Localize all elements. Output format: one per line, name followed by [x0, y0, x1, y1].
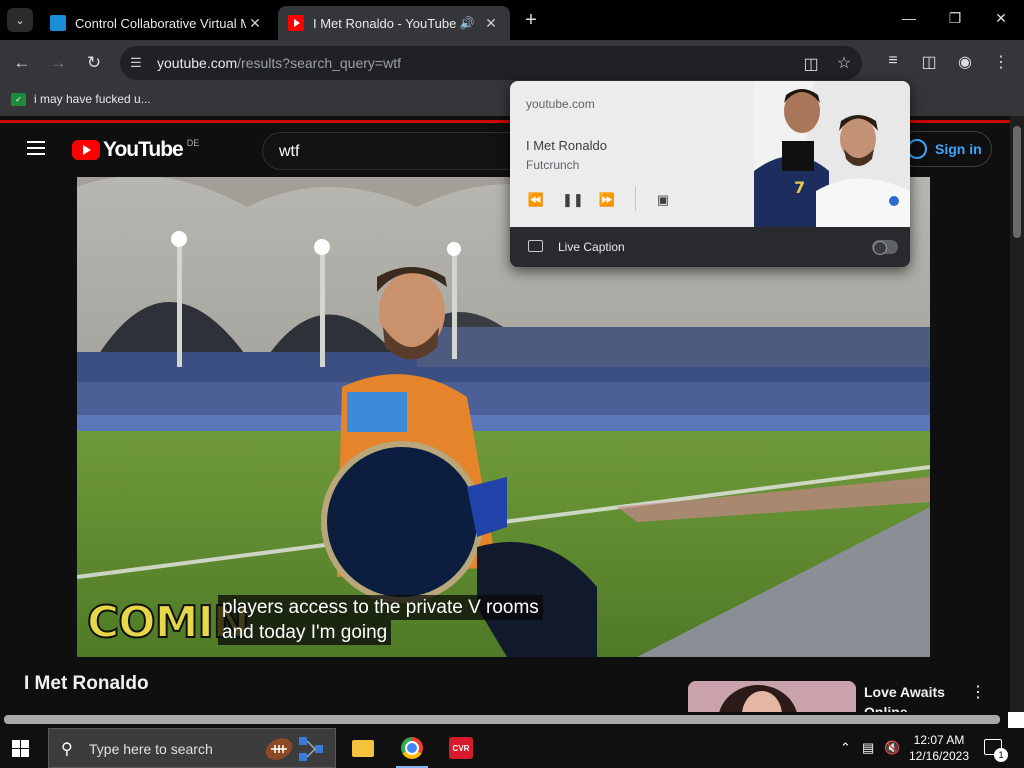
country-code: DE	[186, 138, 200, 148]
minimize-icon[interactable]: —	[894, 10, 924, 26]
live-caption-label: Live Caption	[558, 240, 625, 254]
seek-forward-icon[interactable]: ⏩	[597, 192, 617, 208]
install-app-icon[interactable]: ◫	[800, 54, 822, 74]
tab-remote-desktop[interactable]: Control Collaborative Virtual M ✕	[40, 6, 274, 40]
chrome-icon	[401, 737, 423, 759]
windows-start-icon[interactable]	[12, 740, 29, 757]
search-icon: ⚲	[61, 741, 73, 758]
volume-muted-icon[interactable]: 🔇	[884, 740, 900, 756]
media-title: I Met Ronaldo	[526, 138, 607, 153]
youtube-icon	[288, 15, 304, 31]
tab-title: I Met Ronaldo - YouTube	[313, 15, 457, 31]
recommendation-thumbnail[interactable]	[688, 681, 856, 712]
youtube-play-icon	[72, 140, 100, 160]
media-source: youtube.com	[526, 97, 595, 111]
bookmark-star-icon[interactable]: ☆	[833, 53, 855, 73]
scrollbar-thumb[interactable]	[4, 715, 1000, 724]
chevron-down-icon: ⌄	[15, 14, 25, 27]
scrollbar-corner	[1008, 712, 1024, 728]
hamburger-menu-icon[interactable]	[27, 141, 45, 155]
url-text: youtube.com/results?search_query=wtf	[157, 55, 401, 71]
restore-icon[interactable]: ❐	[940, 10, 970, 27]
file-explorer-app[interactable]	[339, 728, 387, 768]
cvr-icon: CVR	[449, 737, 473, 759]
recommendation-thumbnail-image	[688, 681, 856, 712]
picture-in-picture-icon[interactable]: ▣	[653, 192, 673, 208]
tab-youtube[interactable]: I Met Ronaldo - YouTube 🔊 ✕	[278, 6, 510, 40]
profile-icon[interactable]: ◉	[954, 52, 976, 72]
tab-close-icon[interactable]: ✕	[482, 15, 500, 32]
svg-text:7: 7	[794, 178, 805, 197]
window-close-icon[interactable]: ✕	[986, 10, 1016, 27]
tab-strip: ⌄ Control Collaborative Virtual M ✕ I Me…	[0, 0, 1024, 40]
forward-arrow-icon[interactable]: →	[47, 52, 69, 74]
tab-title: Control Collaborative Virtual M	[75, 15, 246, 31]
taskbar-search-placeholder: Type here to search	[89, 741, 213, 757]
sign-in-button[interactable]: Sign in	[898, 131, 992, 167]
vertical-scrollbar[interactable]	[1010, 116, 1024, 712]
seek-backward-icon[interactable]: ⏪	[526, 192, 546, 208]
caption-line: and today I'm going	[218, 620, 392, 645]
scrollbar-thumb[interactable]	[1013, 126, 1021, 238]
reload-icon[interactable]: ↻	[83, 52, 105, 74]
new-tab-button[interactable]: +	[520, 9, 542, 32]
media-card: youtube.com I Met Ronaldo Futcrunch ⏪ ❚❚…	[510, 81, 910, 227]
sign-in-label: Sign in	[935, 141, 982, 157]
bookmark-item[interactable]: ✓ i may have fucked u...	[11, 92, 151, 106]
chevron-up-icon[interactable]: ⌃	[840, 740, 851, 756]
chrome-app[interactable]	[388, 728, 436, 768]
network-icon[interactable]: ▤	[862, 740, 874, 756]
caption-line: players access to the private V rooms	[218, 595, 543, 620]
notification-count-badge: 1	[994, 748, 1008, 762]
windows-taskbar: ⚲ Type here to search CVR ⌃ ▤ 🔇 12:07 AM…	[0, 728, 1024, 768]
tab-close-icon[interactable]: ✕	[246, 15, 264, 32]
divider	[635, 187, 636, 211]
tab-search-button[interactable]: ⌄	[7, 8, 33, 32]
video-captions: players access to the private V rooms an…	[218, 595, 543, 645]
recommendation-title[interactable]: Love Awaits Online	[864, 682, 974, 712]
video-title: I Met Ronaldo	[24, 673, 149, 694]
menu-kebab-icon[interactable]: ⋮	[990, 52, 1012, 72]
speaker-icon[interactable]: 🔊	[458, 16, 476, 30]
bookmark-favicon-icon: ✓	[11, 92, 26, 106]
url-path: /results?search_query=wtf	[237, 55, 401, 71]
live-caption-toggle[interactable]	[872, 240, 898, 255]
clock-time: 12:07 AM	[913, 733, 965, 747]
account-icon	[907, 139, 927, 159]
search-highlight-icon	[265, 737, 323, 761]
media-artwork-image: 7	[754, 81, 910, 227]
live-caption-row: Live Caption	[510, 227, 910, 267]
side-panel-icon[interactable]: ◫	[918, 52, 940, 72]
system-clock[interactable]: 12:07 AM 12/16/2023	[904, 732, 974, 764]
bookmark-label: i may have fucked u...	[34, 92, 151, 106]
search-query: wtf	[279, 143, 300, 160]
closed-caption-icon	[528, 240, 543, 252]
taskbar-search-box[interactable]: ⚲ Type here to search	[48, 728, 336, 768]
folder-icon	[352, 739, 374, 757]
cvr-app[interactable]: CVR	[437, 728, 485, 768]
more-options-icon[interactable]: ⋮	[970, 682, 986, 702]
global-media-controls-popup: youtube.com I Met Ronaldo Futcrunch ⏪ ❚❚…	[510, 81, 910, 267]
youtube-wordmark: YouTube	[103, 138, 184, 161]
horizontal-scrollbar[interactable]	[0, 712, 1024, 728]
url-host: youtube.com	[157, 55, 238, 71]
site-settings-icon[interactable]: ☰	[130, 55, 142, 71]
media-controls-icon[interactable]: ≡	[882, 52, 904, 70]
clock-date: 12/16/2023	[908, 749, 970, 763]
pause-icon[interactable]: ❚❚	[562, 192, 584, 208]
media-artist: Futcrunch	[526, 158, 580, 172]
youtube-logo[interactable]: YouTube DE	[72, 138, 199, 162]
address-bar[interactable]: ☰ youtube.com/results?search_query=wtf ◫…	[120, 46, 862, 80]
back-arrow-icon[interactable]: ←	[11, 52, 33, 74]
remote-desktop-icon	[50, 15, 66, 31]
browser-toolbar: ← → ↻ ☰ youtube.com/results?search_query…	[0, 40, 1024, 86]
